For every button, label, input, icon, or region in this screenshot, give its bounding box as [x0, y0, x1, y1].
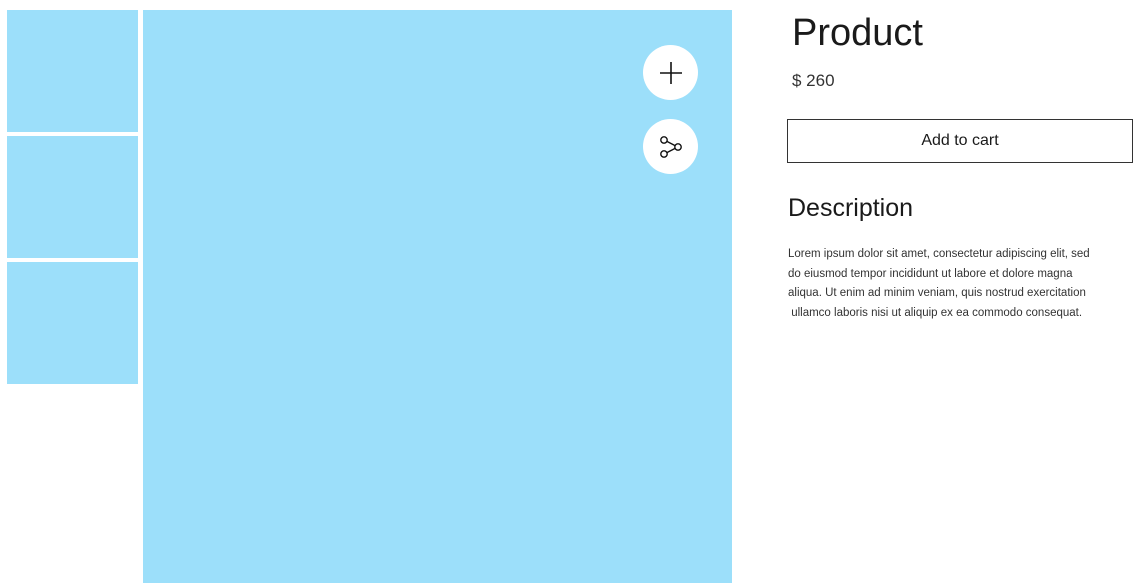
description-line: aliqua. Ut enim ad minim veniam, quis no…	[788, 287, 1086, 299]
description-line: ullamco laboris nisi ut aliquip ex ea co…	[788, 306, 1083, 319]
description-line: do eiusmod tempor incididunt ut labore e…	[788, 267, 1073, 280]
product-price: $ 260	[792, 71, 835, 90]
gallery-thumbnail-1[interactable]	[7, 10, 138, 132]
description-text: Lorem ipsum dolor sit amet, consectetur …	[788, 245, 1145, 323]
gallery-thumbnail-3[interactable]	[7, 262, 138, 384]
share-icon	[658, 134, 684, 160]
share-button[interactable]	[643, 119, 698, 174]
description-line: Lorem ipsum dolor sit amet, consectetur …	[788, 248, 1090, 260]
gallery-thumbnail-2[interactable]	[7, 136, 138, 258]
description-heading: Description	[788, 194, 914, 222]
plus-icon	[658, 60, 684, 86]
product-title: Product	[792, 12, 923, 54]
zoom-button[interactable]	[643, 45, 698, 100]
add-to-cart-button[interactable]: Add to cart	[787, 119, 1133, 163]
main-product-image	[143, 10, 732, 583]
